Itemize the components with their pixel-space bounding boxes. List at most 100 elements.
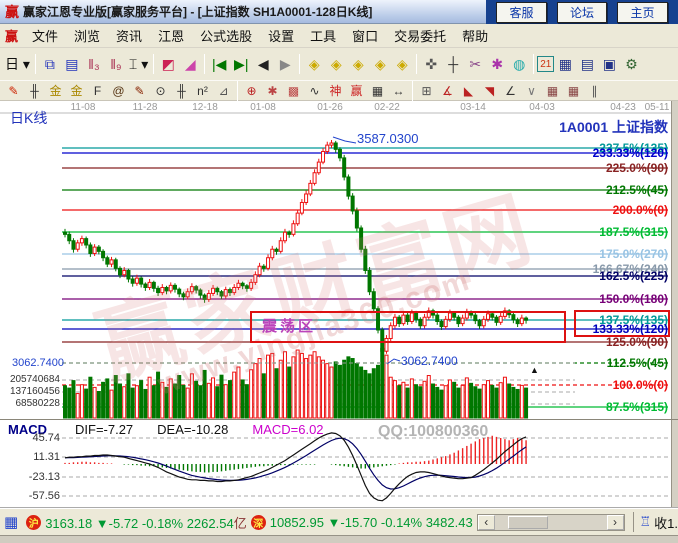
v-lines-icon[interactable]: ∨ xyxy=(521,82,542,100)
cut-tool-icon[interactable]: ✂ xyxy=(464,52,486,76)
ying-tool-icon[interactable]: 赢 xyxy=(346,82,367,100)
macd-axis-tick: -23.13 xyxy=(8,471,60,483)
dif-value-label: DIF=-7.27 xyxy=(75,422,133,437)
ruler-grid-icon[interactable]: ▦ xyxy=(367,82,388,100)
dea-value-label: DEA=-10.28 xyxy=(157,422,228,437)
cross-cursor-icon[interactable]: ┼ xyxy=(442,52,464,76)
zoom-diamond-1-icon[interactable]: ◈ xyxy=(303,52,325,76)
svg-text:02-22: 02-22 xyxy=(374,102,400,113)
grid-b-icon[interactable]: ▦ xyxy=(563,82,584,100)
zoom-diamond-5-icon[interactable]: ◈ xyxy=(391,52,413,76)
quote-grid-icon[interactable]: ▦ xyxy=(4,513,18,531)
marker-triangle-icon: ▲ xyxy=(530,365,539,375)
scroll-thumb[interactable] xyxy=(508,516,548,529)
menu-item-窗口[interactable]: 窗口 xyxy=(344,23,386,48)
rays-box-icon[interactable]: ◥ xyxy=(479,82,500,100)
svg-text:175.0%(270): 175.0%(270) xyxy=(599,247,668,261)
calculator-icon[interactable]: ▦ xyxy=(554,52,576,76)
menu-item-帮助[interactable]: 帮助 xyxy=(454,23,496,48)
menu-item-交易委托[interactable]: 交易委托 xyxy=(386,23,454,48)
n-squared-icon[interactable]: n² xyxy=(192,82,213,100)
customer-service-button[interactable]: 客服 xyxy=(496,2,546,23)
scroll-left-arrow[interactable]: ‹ xyxy=(478,515,495,530)
svg-text:05-11: 05-11 xyxy=(645,102,670,113)
title-bar: 赢 赢家江恩专业版[赢家服务平台] - [上证指数 SH1A0001-128日K… xyxy=(0,0,678,24)
grid-ruler-icon[interactable]: ╫ xyxy=(24,82,45,100)
scroll-right-arrow[interactable]: › xyxy=(607,515,624,530)
shanghai-badge-icon[interactable]: 沪 xyxy=(26,515,41,530)
parallel-lines-icon[interactable]: ∥ xyxy=(584,82,605,100)
color-chart-icon[interactable]: ◢ xyxy=(179,52,201,76)
next-page-icon[interactable]: ▶ xyxy=(274,52,296,76)
menu-item-资讯[interactable]: 资讯 xyxy=(108,23,150,48)
box-tool-icon[interactable]: ⊞ xyxy=(416,82,437,100)
shenzhen-badge-icon[interactable]: 深 xyxy=(251,515,266,530)
price-chart-pane[interactable]: 赢家财富网 www.yingjia360.com 11-0811-2812-18… xyxy=(0,101,678,419)
menu-item-工具[interactable]: 工具 xyxy=(302,23,344,48)
app-logo-icon: 赢 xyxy=(5,2,19,22)
menu-item-公式选股[interactable]: 公式选股 xyxy=(192,23,260,48)
spiral-icon[interactable]: @ xyxy=(108,82,129,100)
pencil-ruler-icon[interactable]: ✎ xyxy=(129,82,150,100)
kline-9-icon[interactable]: ‖₉ xyxy=(105,52,127,76)
pattern-brain-icon[interactable]: ◍ xyxy=(508,52,530,76)
settings-tool-icon[interactable]: ⚙ xyxy=(620,52,642,76)
angle-ruler-icon[interactable]: ⊿ xyxy=(213,82,234,100)
first-page-icon[interactable]: |◀ xyxy=(208,52,230,76)
toolbar-separator xyxy=(237,81,238,101)
grid-a-icon[interactable]: ▦ xyxy=(542,82,563,100)
fan-box-icon[interactable]: ◣ xyxy=(458,82,479,100)
gann-gold-2-icon[interactable]: 金 xyxy=(66,82,87,100)
svg-text:12-18: 12-18 xyxy=(192,102,218,113)
menu-item-设置[interactable]: 设置 xyxy=(260,23,302,48)
prev-page-icon[interactable]: ◀ xyxy=(252,52,274,76)
fan-rays-icon[interactable]: ∡ xyxy=(437,82,458,100)
homepage-button[interactable]: 主页 xyxy=(617,2,667,23)
favorites-icon[interactable]: ◩ xyxy=(157,52,179,76)
chart-scrollbar[interactable]: ‹ › xyxy=(477,514,625,531)
time-grid-icon[interactable]: ╫ xyxy=(171,82,192,100)
level-highlight-box xyxy=(574,310,670,337)
toolbar-separator xyxy=(204,54,205,74)
menu-item-文件[interactable]: 文件 xyxy=(24,23,66,48)
macd-pane[interactable]: MACDDIF=-7.27DEA=-10.28MACD=6.02 QQ:1008… xyxy=(0,419,678,507)
wave-tool-icon[interactable]: ∿ xyxy=(304,82,325,100)
save-icon[interactable]: ▣ xyxy=(598,52,620,76)
candle-type-dropdown[interactable]: ⌶ ▾ xyxy=(127,52,150,76)
ribbon-tool-icon[interactable]: ✱ xyxy=(486,52,508,76)
calendar-21-icon[interactable]: 21 xyxy=(537,56,554,72)
macd-right-margin xyxy=(671,420,678,507)
last-page-icon[interactable]: ▶| xyxy=(230,52,252,76)
shen-tool-icon[interactable]: 神 xyxy=(325,82,346,100)
kline-3-icon[interactable]: ‖₃ xyxy=(83,52,105,76)
market-quote-text: 3163.18 ▼-5.72 -0.18% 2262.54亿 xyxy=(45,513,247,532)
chart-right-margin xyxy=(671,101,678,419)
forum-button[interactable]: 论坛 xyxy=(557,2,607,23)
menu-item-江恩[interactable]: 江恩 xyxy=(150,23,192,48)
toolbar-separator xyxy=(35,54,36,74)
macd-axis-tick: 11.31 xyxy=(8,451,60,463)
gann-gold-1-icon[interactable]: 金 xyxy=(45,82,66,100)
notes-icon[interactable]: ▤ xyxy=(576,52,598,76)
angle-lines-icon[interactable]: ∠ xyxy=(500,82,521,100)
pencil-tool-icon[interactable]: ✎ xyxy=(3,82,24,100)
gann-wheel-icon[interactable]: ⊙ xyxy=(150,82,171,100)
macd-axis-tick: -57.56 xyxy=(8,490,60,502)
zoom-diamond-2-icon[interactable]: ◈ xyxy=(325,52,347,76)
web-star-icon[interactable]: ✱ xyxy=(262,82,283,100)
svg-text:200.0%(0): 200.0%(0) xyxy=(613,203,668,217)
fibonacci-icon[interactable]: F xyxy=(87,82,108,100)
zoom-diamond-4-icon[interactable]: ◈ xyxy=(369,52,391,76)
width-arrows-icon[interactable]: ↔ xyxy=(388,82,409,100)
zoom-diamond-3-icon[interactable]: ◈ xyxy=(347,52,369,76)
target-icon[interactable]: ⊕ xyxy=(241,82,262,100)
left-axis-price-label: 3062.7400 xyxy=(12,357,64,369)
composite-chart-icon[interactable]: ⧉ xyxy=(39,52,61,76)
info-panel-icon[interactable]: ▤ xyxy=(61,52,83,76)
square-web-icon[interactable]: ▩ xyxy=(283,82,304,100)
hand-tool-icon[interactable]: ✜ xyxy=(420,52,442,76)
menu-item-浏览[interactable]: 浏览 xyxy=(66,23,108,48)
signal-tower-icon[interactable]: ♖ xyxy=(640,514,652,530)
period-day-dropdown[interactable]: 日 ▾ xyxy=(3,52,32,76)
menu-bar: 赢 文件浏览资讯江恩公式选股设置工具窗口交易委托帮助 xyxy=(0,24,678,48)
